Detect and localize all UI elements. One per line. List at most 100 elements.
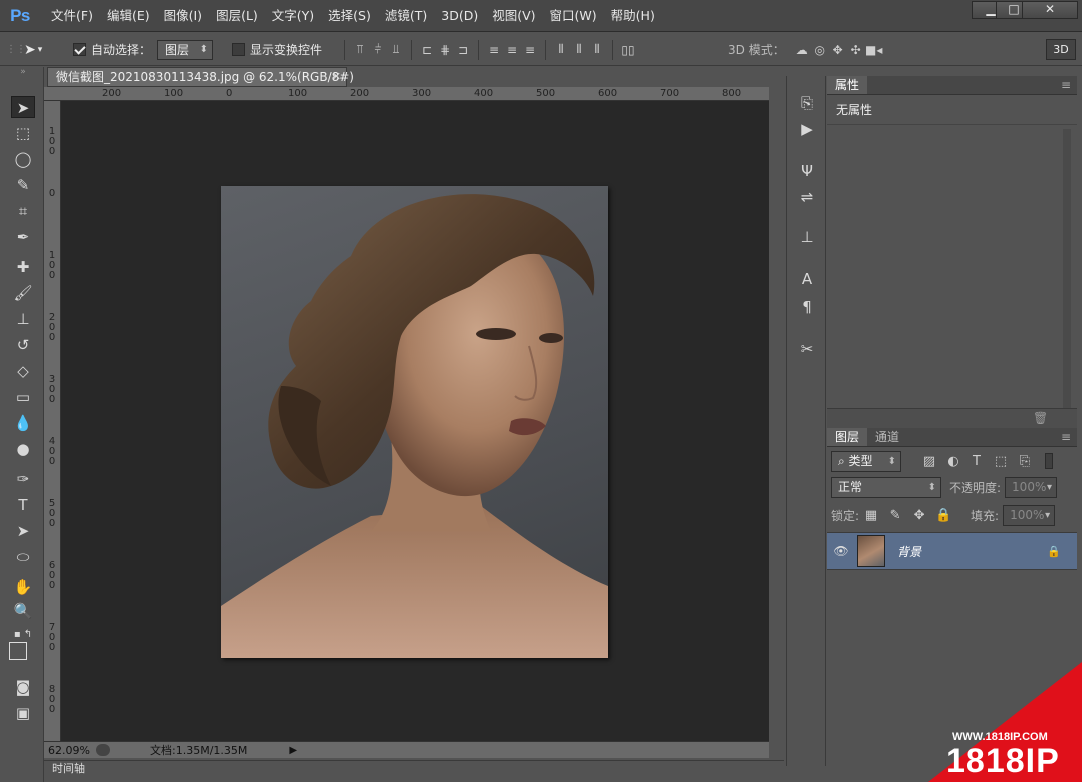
gradient-tool-icon[interactable]: ▭	[11, 386, 35, 408]
align-vcenter-icon[interactable]: ⫩	[369, 42, 387, 57]
document-tab[interactable]: 微信截图_20210830113438.jpg @ 62.1%(RGB/8#) …	[47, 67, 354, 87]
layer-filter-dropdown[interactable]: ⌕ 类型 ⬍	[831, 450, 901, 472]
clone-source-panel-icon[interactable]: ⊥	[795, 226, 819, 248]
menu-filter[interactable]: 滤镜(T)	[378, 0, 434, 32]
eraser-tool-icon[interactable]: ◇	[11, 360, 35, 382]
align-hcenter-icon[interactable]: ⋕	[436, 43, 454, 57]
filter-shape-icon[interactable]: ⬚	[989, 454, 1013, 469]
menu-3d[interactable]: 3D(D)	[434, 0, 485, 32]
lock-position-icon[interactable]: ✥	[907, 508, 931, 523]
properties-scrollbar[interactable]	[1063, 129, 1071, 409]
quick-mask-icon[interactable]: ◙	[11, 676, 35, 698]
layer-row-background[interactable]: 👁 背景 🔒	[827, 532, 1077, 570]
dodge-tool-icon[interactable]: ●	[11, 438, 35, 460]
3d-slide-icon[interactable]: ✣	[847, 43, 865, 57]
marquee-tool-icon[interactable]: ⬚	[11, 122, 35, 144]
3d-workspace-button[interactable]: 3D	[1046, 39, 1076, 60]
trash-icon[interactable]: 🗑	[1033, 411, 1048, 425]
filter-type-icon[interactable]: T	[965, 454, 989, 469]
layer-name[interactable]: 背景	[897, 543, 921, 560]
menu-window[interactable]: 窗口(W)	[543, 0, 604, 32]
3d-roll-icon[interactable]: ◎	[811, 43, 829, 57]
status-info-icon[interactable]	[96, 744, 110, 756]
menu-help[interactable]: 帮助(H)	[604, 0, 662, 32]
auto-select-checkbox[interactable]: 自动选择：	[73, 33, 151, 66]
foreground-color-swatch[interactable]	[9, 642, 27, 660]
auto-select-check-icon[interactable]	[73, 43, 86, 56]
actions-panel-icon[interactable]: ▶	[795, 118, 819, 140]
distribute-vcenter-icon[interactable]: ≡	[503, 43, 521, 57]
type-tool-icon[interactable]: T	[11, 494, 35, 516]
layer-lock-icon[interactable]: 🔒	[1047, 545, 1061, 558]
auto-select-target-dropdown[interactable]: 图层	[157, 39, 213, 60]
zoom-tool-icon[interactable]: 🔍	[11, 600, 35, 622]
distribute-right-icon[interactable]: ⦀	[588, 42, 606, 57]
brush-tool-icon[interactable]: 🖌	[11, 282, 35, 304]
filter-adjustment-icon[interactable]: ◐	[941, 454, 965, 469]
lock-transparent-icon[interactable]: ▦	[859, 508, 883, 523]
filter-toggle[interactable]	[1045, 453, 1053, 469]
menu-file[interactable]: 文件(F)	[44, 0, 100, 32]
close-button[interactable]: ✕	[1022, 1, 1078, 19]
history-panel-icon[interactable]: ⎘	[795, 92, 819, 114]
history-brush-tool-icon[interactable]: ↺	[11, 334, 35, 356]
distribute-hcenter-icon[interactable]: ⦀	[570, 42, 588, 57]
menu-edit[interactable]: 编辑(E)	[100, 0, 157, 32]
align-right-icon[interactable]: ⊐	[454, 43, 472, 57]
brush-presets-panel-icon[interactable]: Ψ	[795, 160, 819, 182]
menu-select[interactable]: 选择(S)	[321, 0, 378, 32]
tool-presets-panel-icon[interactable]: ✂	[795, 338, 819, 360]
character-panel-icon[interactable]: A	[795, 268, 819, 290]
move-tool-preset[interactable]: ➤ ▾	[24, 33, 42, 66]
show-transform-checkbox[interactable]: 显示变换控件	[232, 33, 322, 66]
lasso-tool-icon[interactable]: ◯	[11, 148, 35, 170]
lock-all-icon[interactable]: 🔒	[931, 508, 955, 523]
3d-scale-icon[interactable]: ■◂	[865, 43, 883, 57]
healing-brush-tool-icon[interactable]: ✚	[11, 256, 35, 278]
toolbar-collapse-icon[interactable]: »	[11, 67, 35, 79]
filter-pixel-icon[interactable]: ▨	[917, 454, 941, 469]
align-top-icon[interactable]: ⫪	[351, 42, 369, 57]
portrait-photo[interactable]	[221, 186, 608, 658]
align-bottom-icon[interactable]: ⫫	[387, 42, 405, 57]
shape-tool-icon[interactable]: ⬭	[11, 546, 35, 568]
3d-pan-icon[interactable]: ✥	[829, 43, 847, 57]
opacity-field[interactable]: 100% ▾	[1005, 476, 1058, 498]
hand-tool-icon[interactable]: ✋	[11, 576, 35, 598]
move-tool-icon[interactable]: ➤	[11, 96, 35, 118]
auto-align-icon[interactable]: ▯▯	[619, 43, 637, 57]
eyedropper-tool-icon[interactable]: ✒	[11, 226, 35, 248]
screen-mode-icon[interactable]: ▣	[11, 702, 35, 724]
menu-layer[interactable]: 图层(L)	[209, 0, 265, 32]
brush-panel-icon[interactable]: ⇌	[795, 186, 819, 208]
menu-view[interactable]: 视图(V)	[485, 0, 542, 32]
menu-type[interactable]: 文字(Y)	[265, 0, 321, 32]
paragraph-panel-icon[interactable]: ¶	[795, 296, 819, 318]
close-tab-icon[interactable]: ✕	[332, 68, 341, 86]
show-transform-check-icon[interactable]	[232, 43, 245, 56]
tab-layers[interactable]: 图层	[827, 428, 868, 446]
crop-tool-icon[interactable]: ⌗	[11, 200, 35, 222]
panel-menu-icon[interactable]: ≡	[1053, 76, 1077, 94]
distribute-top-icon[interactable]: ≡	[485, 43, 503, 57]
status-menu-arrow-icon[interactable]: ▶	[289, 745, 297, 756]
pen-tool-icon[interactable]: ✑	[11, 468, 35, 490]
timeline-panel[interactable]: 时间轴	[44, 760, 784, 777]
layer-visibility-eye-icon[interactable]: 👁	[827, 544, 855, 558]
3d-rotate-icon[interactable]: ☁	[793, 43, 811, 57]
distribute-bottom-icon[interactable]: ≡	[521, 43, 539, 57]
layers-menu-icon[interactable]: ≡	[1053, 428, 1077, 446]
menu-image[interactable]: 图像(I)	[157, 0, 209, 32]
lock-image-icon[interactable]: ✎	[883, 508, 907, 523]
zoom-level[interactable]: 62.09%	[48, 744, 96, 757]
quick-select-tool-icon[interactable]: ✎	[11, 174, 35, 196]
align-left-icon[interactable]: ⊏	[418, 43, 436, 57]
blur-tool-icon[interactable]: 💧	[11, 412, 35, 434]
blend-mode-dropdown[interactable]: 正常 ⬍	[831, 476, 941, 498]
filter-smart-object-icon[interactable]: ⎘	[1013, 454, 1037, 469]
distribute-left-icon[interactable]: ⦀	[552, 42, 570, 57]
clone-stamp-tool-icon[interactable]: ⊥	[11, 308, 35, 330]
tab-channels[interactable]: 通道	[867, 428, 907, 446]
fill-field[interactable]: 100% ▾	[1003, 504, 1056, 526]
path-select-tool-icon[interactable]: ➤	[11, 520, 35, 542]
